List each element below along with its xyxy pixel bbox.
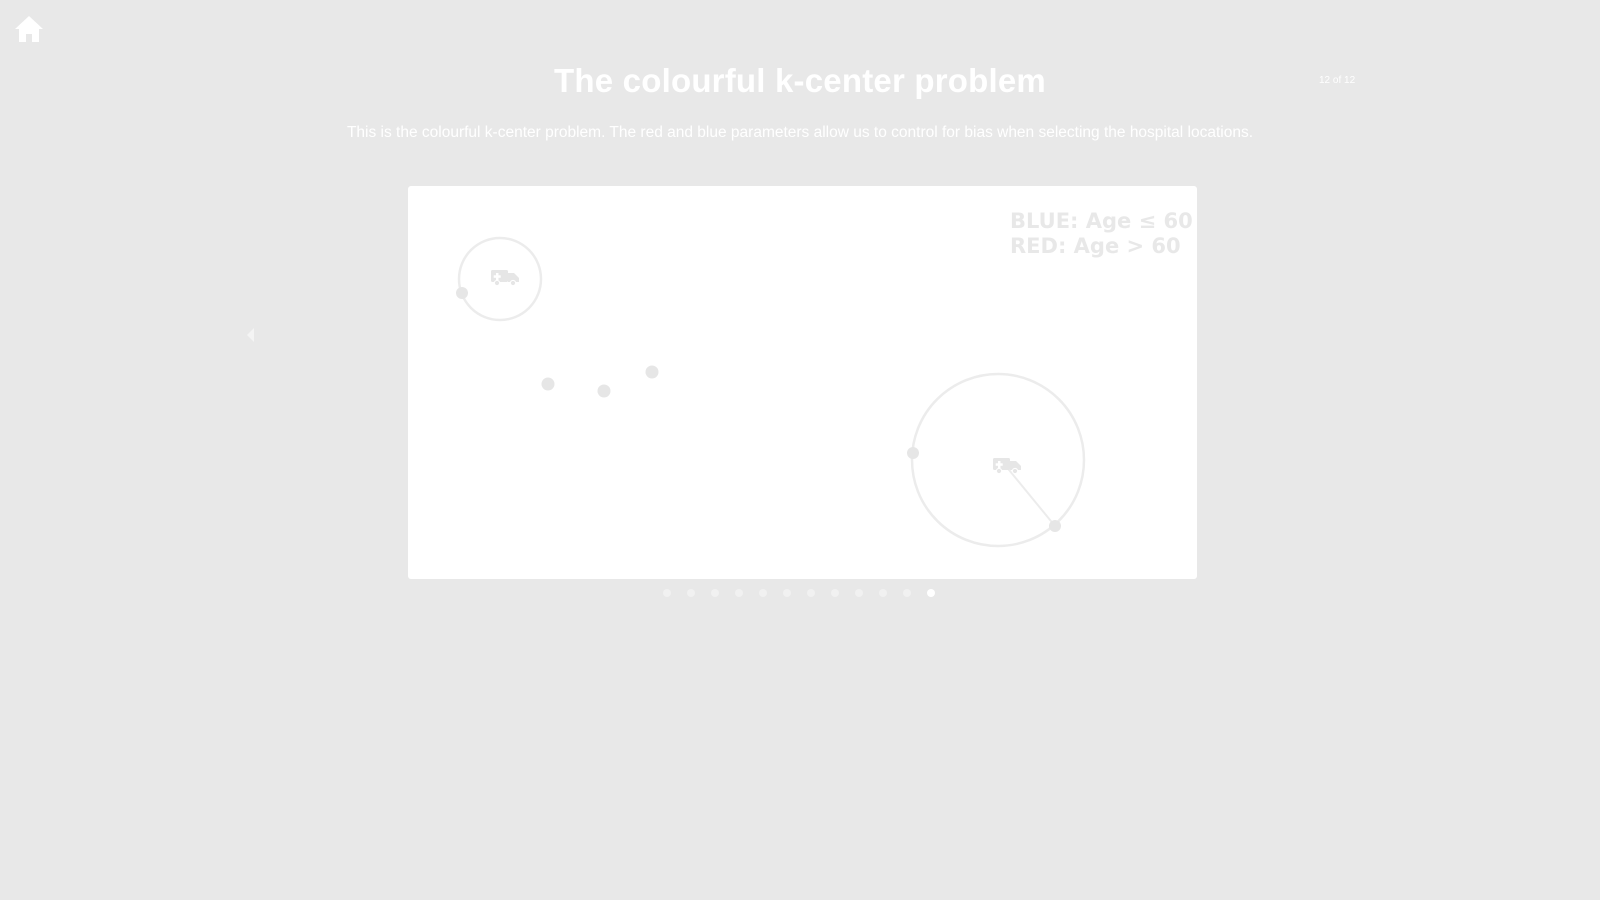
- home-icon: [15, 16, 43, 42]
- data-point: [645, 365, 659, 379]
- legend-blue: BLUE: Age ≤ 60: [1010, 209, 1193, 233]
- legend: BLUE: Age ≤ 60 RED: Age > 60: [1010, 209, 1193, 259]
- pagination-dot[interactable]: [927, 589, 935, 597]
- pagination-dot[interactable]: [759, 589, 767, 597]
- page-title: The colourful k-center problem: [554, 62, 1046, 99]
- page-counter: 12 of 12: [1319, 75, 1356, 86]
- data-point: [456, 287, 468, 299]
- data-point: [597, 384, 611, 398]
- radius-line: [1004, 464, 1056, 527]
- pagination-dot[interactable]: [831, 589, 839, 597]
- pagination-dot[interactable]: [855, 589, 863, 597]
- pagination-dot[interactable]: [903, 589, 911, 597]
- slide-canvas: BLUE: Age ≤ 60 RED: Age > 60: [408, 186, 1197, 579]
- data-point: [907, 447, 919, 459]
- pagination-dot[interactable]: [663, 589, 671, 597]
- ambulance-icon: [491, 270, 519, 287]
- chevron-left-icon: [247, 328, 254, 342]
- ambulance-icon: [993, 458, 1021, 475]
- home-button[interactable]: [13, 13, 45, 45]
- pagination-dot[interactable]: [879, 589, 887, 597]
- previous-slide-button[interactable]: [244, 323, 258, 347]
- pagination-dot[interactable]: [735, 589, 743, 597]
- pagination-dot[interactable]: [783, 589, 791, 597]
- legend-red: RED: Age > 60: [1010, 234, 1181, 258]
- data-point: [541, 377, 555, 391]
- pagination-dot[interactable]: [807, 589, 815, 597]
- pagination-dot[interactable]: [711, 589, 719, 597]
- data-point: [1049, 520, 1061, 532]
- pagination-dot[interactable]: [687, 589, 695, 597]
- page-subtitle: This is the colourful k-center problem. …: [346, 124, 1254, 141]
